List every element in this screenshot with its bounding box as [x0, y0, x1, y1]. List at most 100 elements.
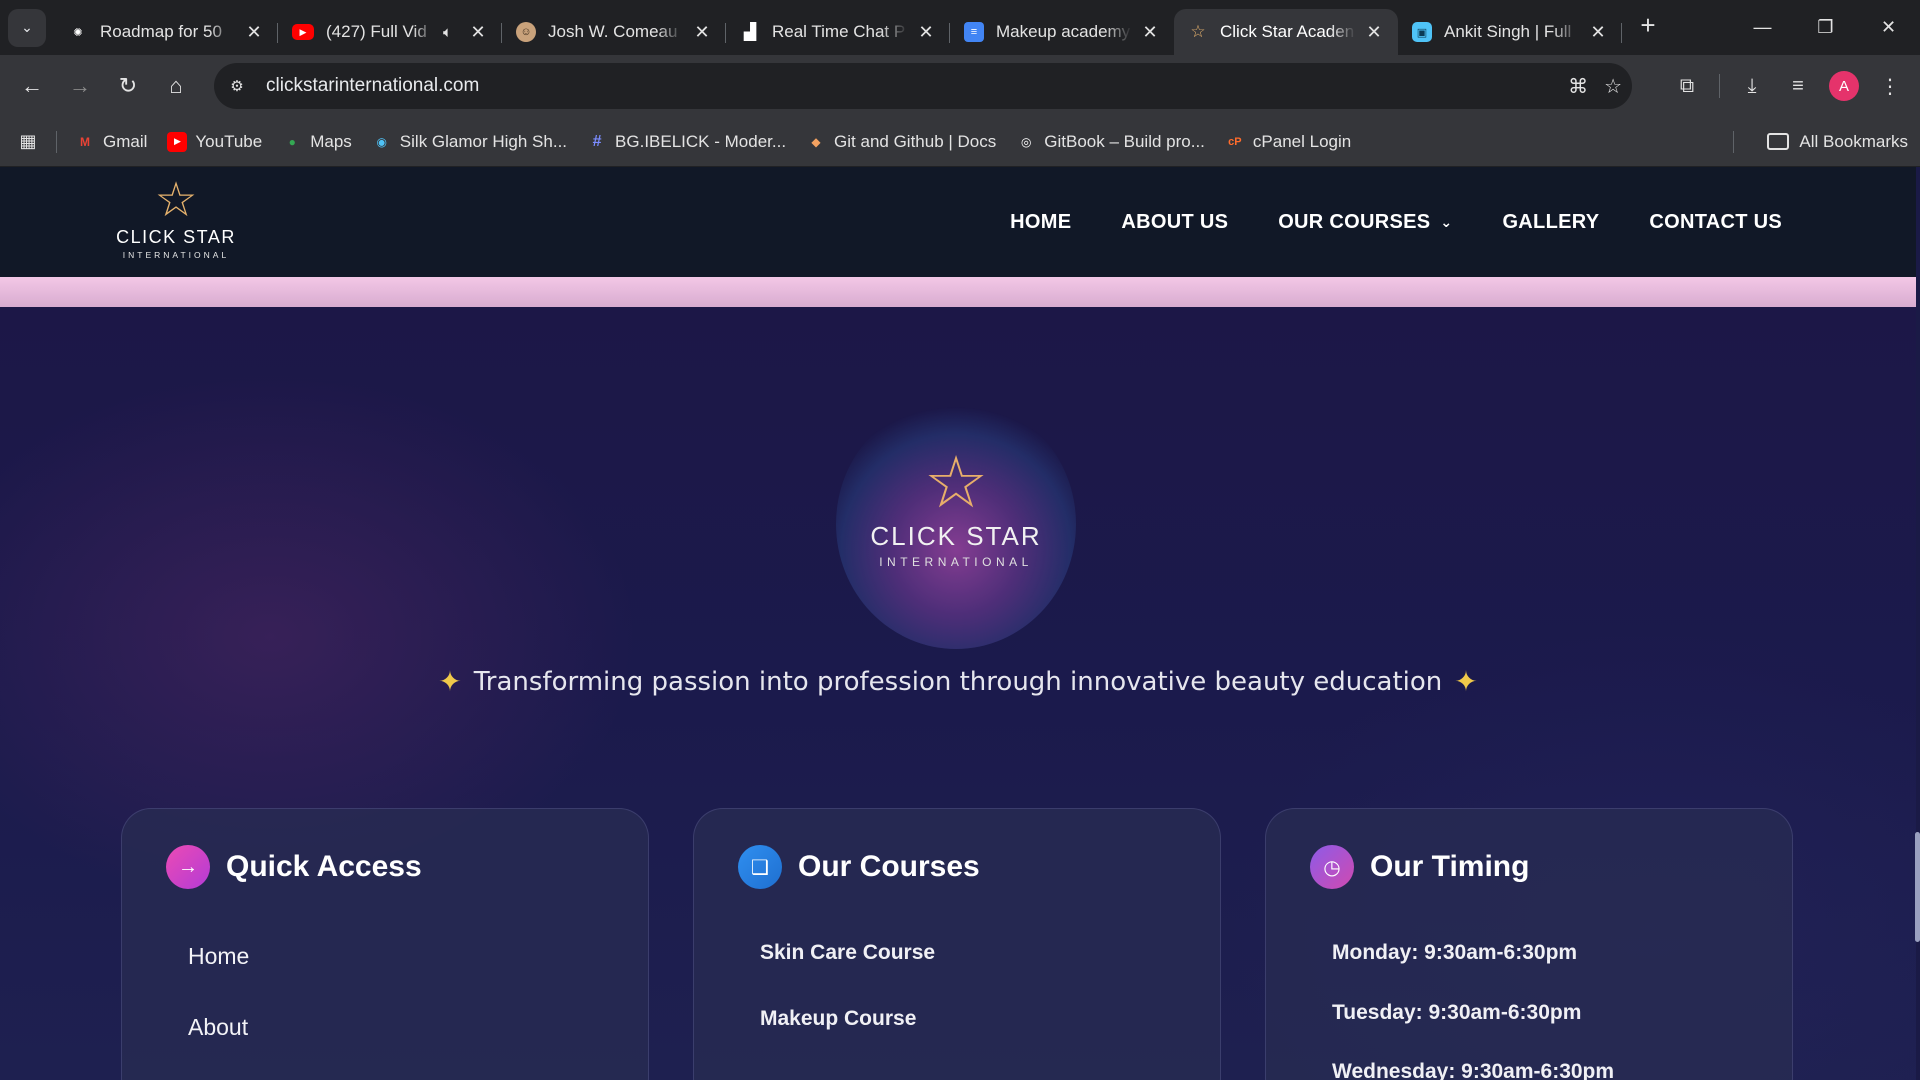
- tab-title: Makeup academy: [996, 22, 1131, 41]
- browser-toolbar: ← → ↻ ⌂ ⚙ clickstarinternational.com ⌘ ☆…: [0, 55, 1920, 117]
- url-text[interactable]: clickstarinternational.com: [266, 75, 479, 97]
- forward-button[interactable]: →: [58, 64, 102, 108]
- close-tab-icon[interactable]: ✕: [1140, 22, 1160, 42]
- bookmark-git-github[interactable]: ◆ Git and Github | Docs: [796, 124, 1006, 160]
- close-tab-icon[interactable]: ✕: [1364, 22, 1384, 42]
- back-button[interactable]: ←: [10, 64, 54, 108]
- bookmark-gmail[interactable]: M Gmail: [65, 124, 157, 160]
- footer-link-home[interactable]: Home: [188, 943, 249, 970]
- window-controls: — ❐ ✕: [1731, 0, 1920, 55]
- bookmark-maps[interactable]: ● Maps: [272, 124, 362, 160]
- nav-contact-us[interactable]: CONTACT US: [1649, 211, 1782, 234]
- home-button[interactable]: ⌂: [154, 64, 198, 108]
- bookmark-bg-ibelick[interactable]: # BG.IBELICK - Moder...: [577, 124, 796, 160]
- footer-link-about[interactable]: About: [188, 1014, 248, 1041]
- bookmark-label: GitBook – Build pro...: [1044, 131, 1205, 151]
- card-header: ◷ Our Timing: [1310, 845, 1529, 889]
- close-tab-icon[interactable]: ✕: [692, 22, 712, 42]
- close-window-button[interactable]: ✕: [1857, 0, 1920, 55]
- nav-home[interactable]: HOME: [1010, 211, 1071, 234]
- reload-button[interactable]: ↻: [106, 64, 150, 108]
- bookmark-label: Git and Github | Docs: [834, 131, 997, 151]
- download-icon[interactable]: ⤓: [1732, 66, 1772, 106]
- extensions-icon[interactable]: ⧉: [1667, 66, 1707, 106]
- bookmark-label: Maps: [310, 131, 352, 151]
- toolbar-actions: ⧉ ⤓ ≡ A ⋮: [1667, 55, 1910, 117]
- chevron-down-icon: ⌄: [21, 19, 33, 35]
- minimize-button[interactable]: —: [1731, 0, 1794, 55]
- tab-title: Real Time Chat P: [772, 22, 906, 41]
- tab-title: (427) Full Vid: [326, 22, 427, 41]
- page-scrollbar[interactable]: [1914, 167, 1920, 1080]
- star-logo-icon: ☆: [154, 174, 198, 227]
- bookmark-cpanel[interactable]: cP cPanel Login: [1215, 124, 1361, 160]
- sparkle-icon: ✦: [438, 665, 462, 698]
- media-controls-icon[interactable]: ≡: [1778, 66, 1818, 106]
- tab-title: Ankit Singh | Full: [1444, 22, 1572, 41]
- git-icon: ◆: [811, 134, 821, 149]
- bookmark-gitbook[interactable]: ◎ GitBook – Build pro...: [1006, 124, 1215, 160]
- tab[interactable]: ▟ Real Time Chat P ✕: [726, 9, 950, 55]
- cpanel-icon: cP: [1228, 135, 1242, 148]
- our-courses-card: ❑ Our Courses Skin Care Course Makeup Co…: [693, 808, 1221, 1080]
- arrow-right-icon: →: [69, 73, 91, 98]
- our-timing-card: ◷ Our Timing Monday: 9:30am-6:30pm Tuesd…: [1265, 808, 1793, 1080]
- tab[interactable]: ✺ Roadmap for 50 ✕: [54, 9, 278, 55]
- bookmark-label: Silk Glamor High Sh...: [399, 131, 568, 151]
- bookmark-silk-glamor[interactable]: ◉ Silk Glamor High Sh...: [362, 124, 577, 160]
- close-tab-icon[interactable]: ✕: [244, 22, 264, 42]
- footer-link-skin-care[interactable]: Skin Care Course: [760, 941, 935, 965]
- tab[interactable]: ▣ Ankit Singh | Full ✕: [1398, 9, 1622, 55]
- bookmark-youtube[interactable]: ▶ YouTube: [157, 124, 272, 160]
- avatar-icon: ☺: [516, 22, 536, 42]
- folder-icon: [1767, 133, 1790, 150]
- close-tab-icon[interactable]: ✕: [1588, 22, 1608, 42]
- scrollbar-thumb[interactable]: [1915, 832, 1920, 942]
- apps-grid-icon[interactable]: ▦: [8, 122, 48, 162]
- tab[interactable]: ≡ Makeup academy ✕: [950, 9, 1174, 55]
- nav-our-courses-label: OUR COURSES: [1278, 210, 1431, 233]
- profile-button[interactable]: A: [1824, 66, 1864, 106]
- bookmark-label: Gmail: [103, 131, 148, 151]
- speaker-icon[interactable]: 🔈︎: [443, 24, 452, 41]
- tab-title: Roadmap for 50: [100, 22, 222, 41]
- home-icon: ⌂: [169, 73, 183, 98]
- address-bar[interactable]: ⚙ clickstarinternational.com ⌘ ☆: [214, 63, 1632, 109]
- nav-about-us[interactable]: ABOUT US: [1121, 211, 1228, 234]
- close-tab-icon[interactable]: ✕: [916, 22, 936, 42]
- logo-subtitle: INTERNATIONAL: [879, 555, 1033, 569]
- tab-title: Click Star Acaden: [1220, 22, 1355, 41]
- tab-list: ✺ Roadmap for 50 ✕ ▶ (427) Full Vid 🔈︎ ✕…: [54, 0, 1622, 55]
- tab[interactable]: ▶ (427) Full Vid 🔈︎ ✕: [278, 9, 502, 55]
- tab-active[interactable]: ☆ Click Star Acaden ✕: [1174, 9, 1398, 55]
- section-divider-band: [0, 277, 1916, 307]
- logo-brand: CLICK STAR: [870, 521, 1042, 551]
- bookmark-star-icon[interactable]: ☆: [1604, 74, 1622, 99]
- site-logo[interactable]: ☆ CLICK STAR INTERNATIONAL: [112, 177, 240, 267]
- footer-tagline: ✦ Transforming passion into profession t…: [0, 665, 1916, 698]
- site-info-icon[interactable]: ⚙: [220, 69, 254, 103]
- logo-subtitle: INTERNATIONAL: [122, 250, 230, 260]
- new-tab-button[interactable]: +: [1630, 8, 1666, 44]
- all-bookmarks-label: All Bookmarks: [1799, 131, 1908, 151]
- tab[interactable]: ☺ Josh W. Comeau ✕: [502, 9, 726, 55]
- footer-logo: ☆ CLICK STAR INTERNATIONAL: [836, 447, 1076, 569]
- restore-button[interactable]: ❐: [1794, 0, 1857, 55]
- bookmarks-divider: [1733, 130, 1734, 153]
- tab-strip: ⌄ ✺ Roadmap for 50 ✕ ▶ (427) Full Vid 🔈︎…: [0, 0, 1920, 55]
- card-header: → Quick Access: [166, 845, 422, 889]
- tab-search-button[interactable]: ⌄: [8, 8, 46, 47]
- globe-icon: ◉: [376, 134, 388, 149]
- nav-gallery[interactable]: GALLERY: [1502, 211, 1599, 234]
- youtube-icon: ▶: [292, 24, 314, 40]
- more-menu-icon[interactable]: ⋮: [1870, 66, 1910, 106]
- footer-link-makeup[interactable]: Makeup Course: [760, 1007, 916, 1031]
- close-tab-icon[interactable]: ✕: [468, 22, 488, 42]
- arrow-left-icon: ←: [21, 73, 43, 98]
- nav-our-courses[interactable]: OUR COURSES ⌄: [1278, 211, 1452, 234]
- forms-icon: ≡: [964, 22, 984, 42]
- bookmarks-divider: [56, 130, 57, 153]
- hash-icon: #: [592, 132, 602, 150]
- all-bookmarks-button[interactable]: All Bookmarks: [1767, 132, 1908, 152]
- translate-icon[interactable]: ⌘: [1568, 74, 1588, 99]
